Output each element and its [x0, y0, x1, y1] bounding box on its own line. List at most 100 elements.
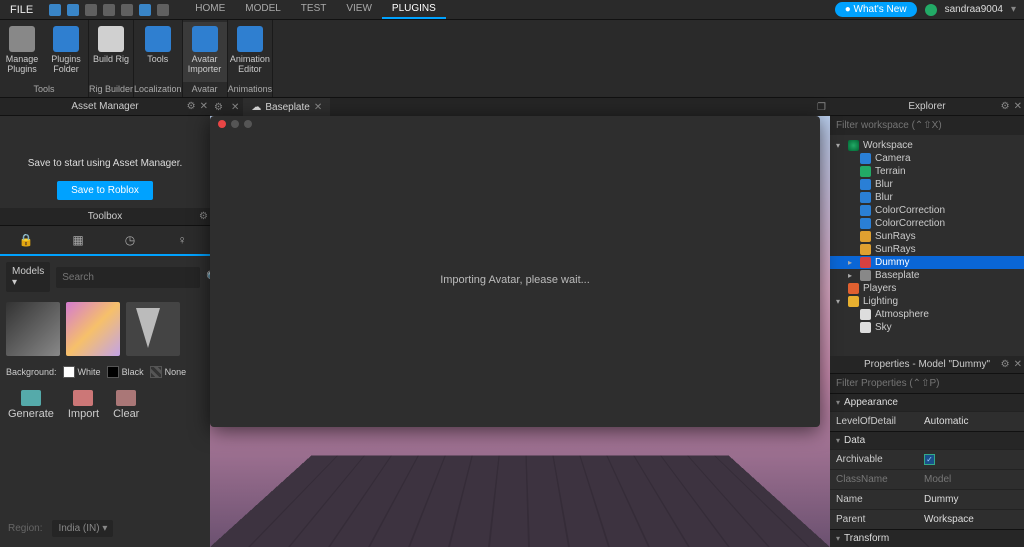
collab-icon[interactable] — [925, 4, 937, 16]
tree-node[interactable]: SunRays — [830, 243, 1024, 256]
tree-node[interactable]: ▾ Workspace — [830, 139, 1024, 152]
min-dot-icon[interactable] — [231, 120, 239, 128]
close-icon[interactable]: ✕ — [227, 102, 243, 113]
avatar-importer-dialog: Importing Avatar, please wait... — [210, 116, 820, 427]
tree-node[interactable]: ▸Dummy — [830, 256, 1024, 269]
tree-node[interactable]: Camera — [830, 152, 1024, 165]
tree-node[interactable]: SunRays — [830, 230, 1024, 243]
ribbon: Manage PluginsPlugins Folder Tools Build R… — [0, 20, 1024, 98]
property-value[interactable]: Automatic — [918, 412, 1024, 431]
asset-thumbnail[interactable] — [6, 302, 60, 356]
section-label: Data — [844, 435, 865, 446]
checkbox-checked-icon[interactable]: ✓ — [924, 454, 935, 465]
max-dot-icon[interactable] — [244, 120, 252, 128]
redo-icon[interactable] — [121, 4, 133, 16]
qat-icon[interactable] — [157, 4, 169, 16]
property-value[interactable]: Workspace — [918, 510, 1024, 529]
undo-icon[interactable] — [103, 4, 115, 16]
toolbox-tab-recent[interactable]: ◷ — [104, 233, 156, 247]
tab-plugins[interactable]: PLUGINS — [382, 0, 446, 19]
tree-node[interactable]: ▸Baseplate — [830, 269, 1024, 282]
toolbox-tab-marketplace[interactable]: 🔒 — [0, 233, 52, 247]
tab-close-icon[interactable]: ✕ — [314, 102, 322, 113]
property-row[interactable]: ParentWorkspace — [830, 509, 1024, 529]
ribbon-button[interactable]: Avatar Importer — [183, 22, 227, 82]
tree-node[interactable]: Terrain — [830, 165, 1024, 178]
section-data[interactable]: ▾Data — [830, 431, 1024, 449]
toolbox-tab-creations[interactable]: ♀ — [156, 233, 208, 247]
ribbon-label: Tools — [147, 54, 168, 64]
gear-icon[interactable]: ⚙ — [210, 102, 227, 113]
expand-arrow-icon[interactable]: ▸ — [848, 258, 856, 267]
viewport-floor — [210, 455, 830, 547]
ribbon-button[interactable]: Tools — [136, 22, 180, 82]
toolbox-tab-inventory[interactable]: ▦ — [52, 233, 104, 247]
property-value[interactable]: Dummy — [918, 490, 1024, 509]
property-row[interactable]: Archivable✓ — [830, 449, 1024, 469]
bg-none-swatch[interactable] — [150, 366, 162, 378]
dialog-titlebar[interactable] — [210, 116, 820, 132]
explorer-header: Explorer ⚙✕ — [830, 98, 1024, 116]
bg-black-swatch[interactable] — [107, 366, 119, 378]
bg-white-swatch[interactable] — [63, 366, 75, 378]
explorer-filter-input[interactable] — [830, 116, 1024, 135]
close-icon[interactable]: ✕ — [1014, 359, 1022, 370]
tree-node-label: ColorCorrection — [875, 205, 945, 216]
gear-icon[interactable]: ⚙ — [1001, 101, 1010, 112]
expand-arrow-icon[interactable]: ▾ — [836, 297, 844, 306]
dialog-body: Importing Avatar, please wait... — [210, 132, 820, 427]
tree-node[interactable]: Players — [830, 282, 1024, 295]
ribbon-button[interactable]: Plugins Folder — [44, 22, 88, 82]
asset-thumbnail[interactable] — [126, 302, 180, 356]
username-label[interactable]: sandraa9004 — [945, 4, 1003, 15]
toolbox-category-select[interactable]: Models ▾ — [6, 262, 50, 292]
gear-icon[interactable]: ⚙ — [1001, 359, 1010, 370]
properties-filter-input[interactable] — [830, 374, 1024, 393]
tab-model[interactable]: MODEL — [235, 0, 291, 19]
section-transform[interactable]: ▾Transform — [830, 529, 1024, 547]
tree-node[interactable]: ColorCorrection — [830, 217, 1024, 230]
asset-thumbnail[interactable] — [66, 302, 120, 356]
expand-arrow-icon[interactable]: ▾ — [836, 141, 844, 150]
property-row[interactable]: LevelOfDetailAutomatic — [830, 411, 1024, 431]
close-icon[interactable]: ✕ — [200, 101, 208, 112]
document-tab-baseplate[interactable]: ☁ Baseplate ✕ — [243, 98, 330, 116]
tree-node[interactable]: Sky — [830, 321, 1024, 334]
tree-node-label: Blur — [875, 192, 893, 203]
expand-arrow-icon[interactable]: ▸ — [848, 271, 856, 280]
property-row[interactable]: NameDummy — [830, 489, 1024, 509]
close-dot-icon[interactable] — [218, 120, 226, 128]
tree-node[interactable]: Blur — [830, 191, 1024, 204]
file-menu[interactable]: FILE — [0, 4, 43, 16]
region-select[interactable]: India (IN) ▾ — [52, 520, 113, 537]
popout-icon[interactable]: ❐ — [817, 102, 826, 113]
tree-node-label: Workspace — [863, 140, 913, 151]
save-to-roblox-button[interactable]: Save to Roblox — [57, 181, 153, 200]
tree-node[interactable]: ColorCorrection — [830, 204, 1024, 217]
close-icon[interactable]: ✕ — [1014, 101, 1022, 112]
tab-home[interactable]: HOME — [185, 0, 235, 19]
ribbon-button[interactable]: Animation Editor — [228, 22, 272, 82]
tree-node[interactable]: Blur — [830, 178, 1024, 191]
whats-new-button[interactable]: ● What's New — [835, 2, 917, 17]
tab-view[interactable]: VIEW — [336, 0, 382, 19]
qat-icon[interactable] — [49, 4, 61, 16]
tree-node[interactable]: Atmosphere — [830, 308, 1024, 321]
property-value[interactable]: ✓ — [918, 450, 1024, 469]
ribbon-button[interactable]: Manage Plugins — [0, 22, 44, 82]
import-button[interactable]: Import — [68, 390, 99, 420]
qat-icon[interactable] — [139, 4, 151, 16]
clear-button[interactable]: Clear — [113, 390, 139, 420]
generate-button[interactable]: Generate — [8, 390, 54, 420]
qat-icon[interactable] — [85, 4, 97, 16]
section-appearance[interactable]: ▾Appearance — [830, 393, 1024, 411]
tree-node[interactable]: ▾Lighting — [830, 295, 1024, 308]
toolbox-search-input[interactable] — [56, 267, 200, 288]
ribbon-button[interactable]: Build Rig — [89, 22, 133, 82]
qat-icon[interactable] — [67, 4, 79, 16]
gear-icon[interactable]: ⚙ — [199, 211, 208, 222]
chevron-down-icon[interactable]: ▾ — [1011, 4, 1016, 15]
tab-test[interactable]: TEST — [291, 0, 337, 19]
gear-icon[interactable]: ⚙ — [187, 101, 196, 112]
left-column: Asset Manager ⚙✕ Save to start using Ass… — [0, 98, 210, 547]
